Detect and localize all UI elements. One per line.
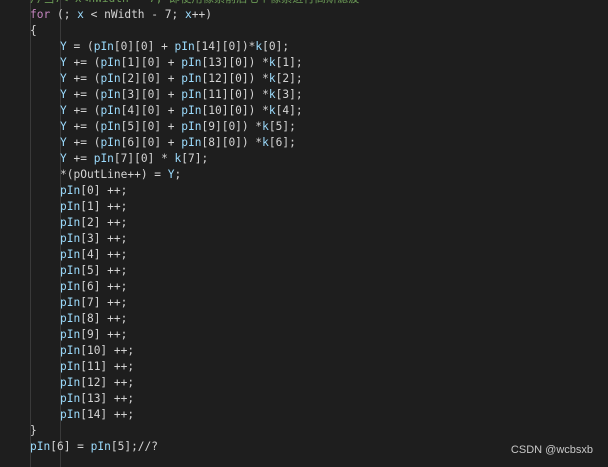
watermark: CSDN @wcbsxb — [510, 444, 593, 456]
code-editor[interactable]: //当7<=x<nWidth - 7, 即使用像素前后七个像素进行高斯滤波for… — [0, 0, 608, 467]
code-text: Y += (pIn[6][0] + pIn[8][0]) *k[6]; — [60, 136, 296, 149]
code-text: Y += (pIn[5][0] + pIn[9][0]) *k[5]; — [60, 120, 296, 133]
code-text: pIn[13] ++; — [60, 392, 135, 405]
code-text: pIn[6] = pIn[5];//? — [30, 440, 159, 453]
code-text: pIn[6] ++; — [60, 280, 128, 293]
code-text: pIn[11] ++; — [60, 360, 135, 373]
code-text: pIn[3] ++; — [60, 232, 128, 245]
code-text: } — [30, 424, 37, 437]
code-text: pIn[10] ++; — [60, 344, 135, 357]
code-text: pIn[2] ++; — [60, 216, 128, 229]
indent-guide — [30, 0, 31, 467]
code-text: pIn[1] ++; — [60, 200, 128, 213]
code-text: pIn[4] ++; — [60, 248, 128, 261]
code-text: Y += pIn[7][0] * k[7]; — [60, 152, 209, 165]
code-text: { — [30, 24, 37, 37]
code-text: Y += (pIn[2][0] + pIn[12][0]) *k[2]; — [60, 72, 303, 85]
code-text: for (; x < nWidth - 7; x++) — [30, 8, 212, 21]
code-text: pIn[0] ++; — [60, 184, 128, 197]
code-text: Y = (pIn[0][0] + pIn[14][0])*k[0]; — [60, 40, 290, 53]
code-text: Y += (pIn[4][0] + pIn[10][0]) *k[4]; — [60, 104, 303, 117]
code-text: pIn[5] ++; — [60, 264, 128, 277]
code-text: pIn[14] ++; — [60, 408, 135, 421]
code-text: pIn[8] ++; — [60, 312, 128, 325]
code-text: //当7<=x<nWidth - 7, 即使用像素前后七个像素进行高斯滤波 — [30, 0, 359, 7]
code-text: Y += (pIn[3][0] + pIn[11][0]) *k[3]; — [60, 88, 303, 101]
code-text: pIn[7] ++; — [60, 296, 128, 309]
code-text: *(pOutLine++) = Y; — [60, 168, 182, 181]
code-text: Y += (pIn[1][0] + pIn[13][0]) *k[1]; — [60, 56, 303, 69]
code-text: pIn[9] ++; — [60, 328, 128, 341]
code-text: pIn[12] ++; — [60, 376, 135, 389]
